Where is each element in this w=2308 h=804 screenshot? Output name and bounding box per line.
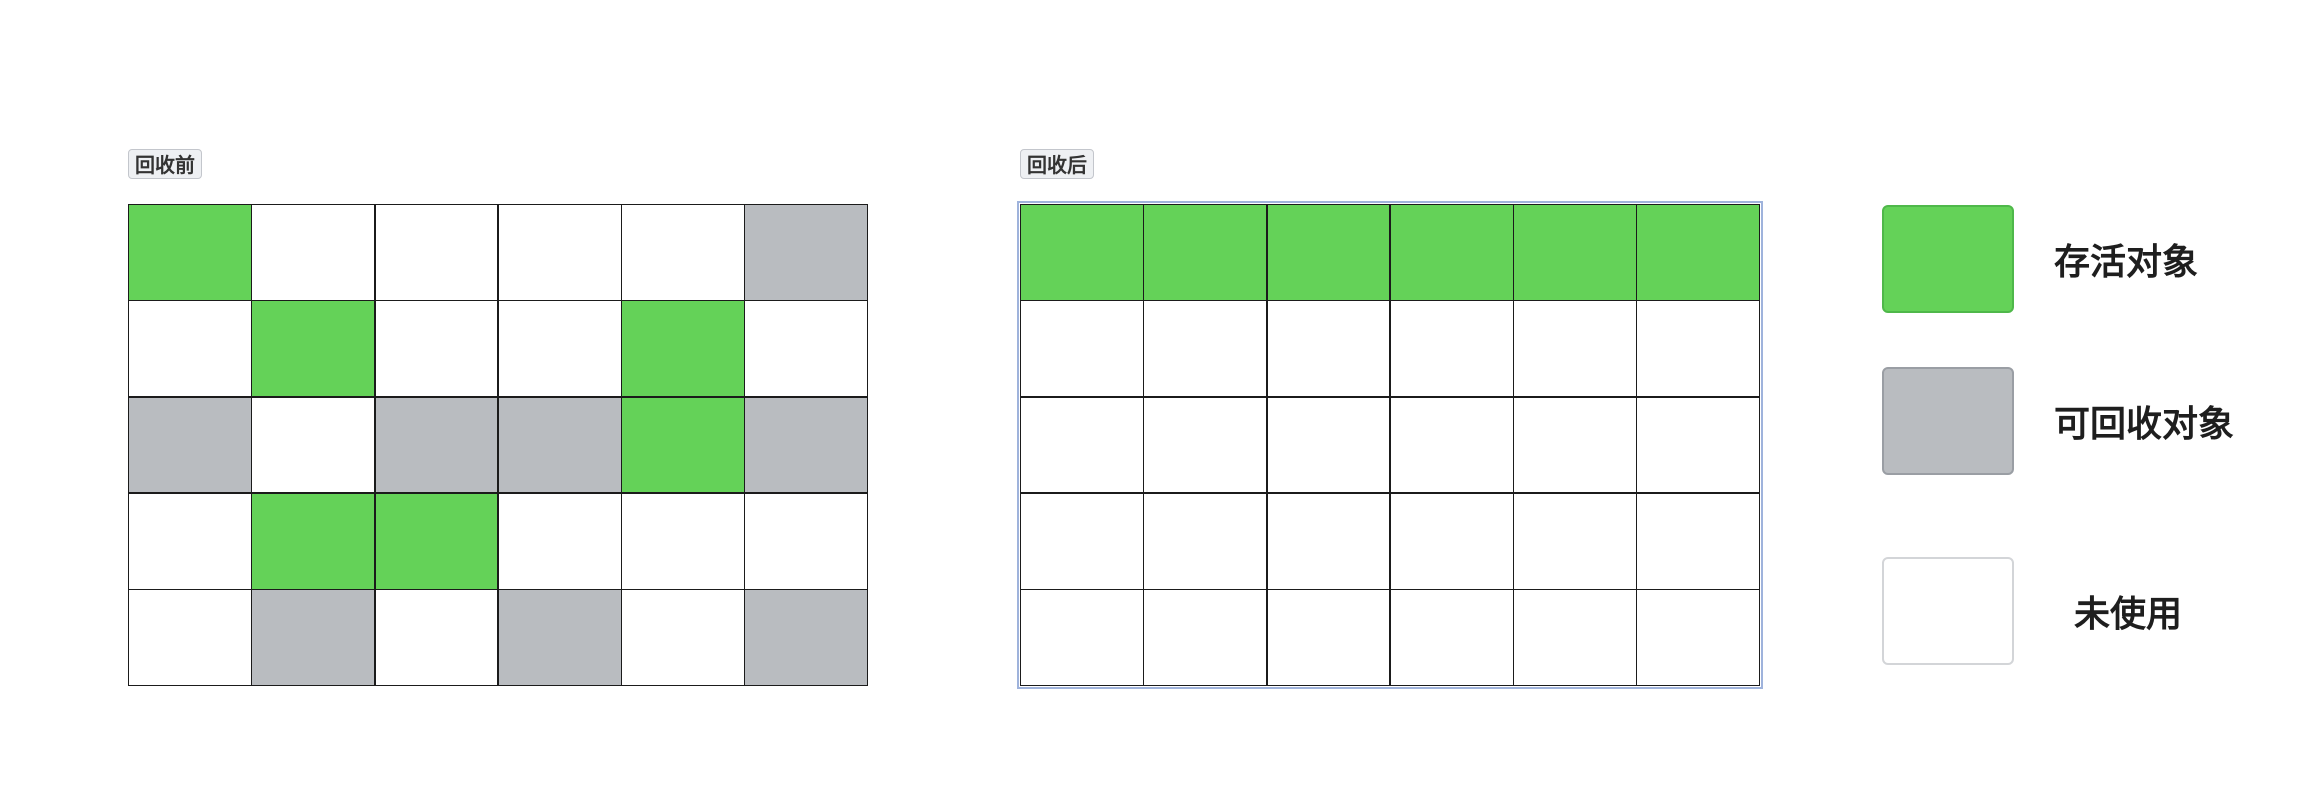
before-cell-unused [745, 493, 867, 589]
legend-unused-swatch [1882, 557, 2014, 665]
after-cell-alive [1267, 205, 1390, 300]
before-cell-unused [129, 493, 251, 589]
after-cell-unused [1267, 590, 1390, 685]
after-label: 回收后 [1020, 149, 1094, 179]
after-cell-alive [1637, 205, 1759, 300]
after-cell-unused [1514, 397, 1636, 493]
legend-unused: 未使用 [1882, 557, 2182, 665]
before-cell-recyclable [252, 590, 374, 685]
after-grid [1017, 201, 1763, 689]
after-cell-unused [1267, 397, 1390, 493]
after-cell-unused [1144, 397, 1266, 493]
before-cell-unused [252, 205, 374, 300]
before-cell-unused [375, 590, 498, 685]
before-cell-unused [375, 301, 498, 397]
after-cell-unused [1021, 301, 1143, 397]
after-cell-unused [1637, 397, 1759, 493]
after-cell-alive [1390, 205, 1513, 300]
before-cell-recyclable [745, 397, 867, 493]
before-grid [128, 204, 868, 686]
legend-unused-label: 未使用 [2074, 594, 2183, 635]
legend-alive-label: 存活对象 [2054, 242, 2199, 283]
before-cell-recyclable [498, 590, 621, 685]
after-cell-unused [1144, 493, 1266, 589]
before-cell-alive [622, 397, 744, 493]
before-cell-recyclable [375, 397, 498, 493]
legend-recyclable-label: 可回收对象 [2054, 404, 2235, 445]
after-cell-unused [1021, 493, 1143, 589]
before-cell-recyclable [745, 205, 867, 300]
after-cell-unused [1144, 301, 1266, 397]
before-cell-alive [375, 493, 498, 589]
before-cell-unused [498, 493, 621, 589]
before-cell-recyclable [745, 590, 867, 685]
before-cell-recyclable [129, 397, 251, 493]
after-cell-alive [1144, 205, 1266, 300]
before-cell-unused [745, 301, 867, 397]
before-cell-recyclable [498, 397, 621, 493]
after-cell-unused [1514, 493, 1636, 589]
legend-recyclable-swatch [1882, 367, 2014, 475]
before-cell-unused [375, 205, 498, 300]
after-cell-unused [1390, 301, 1513, 397]
before-cell-unused [622, 205, 744, 300]
after-cell-unused [1390, 493, 1513, 589]
legend-alive-swatch [1882, 205, 2014, 313]
before-cell-alive [252, 301, 374, 397]
before-cell-alive [252, 493, 374, 589]
after-cell-unused [1514, 301, 1636, 397]
after-cell-unused [1637, 493, 1759, 589]
after-cell-alive [1514, 205, 1636, 300]
after-cell-unused [1267, 493, 1390, 589]
before-cell-unused [498, 301, 621, 397]
after-cell-unused [1144, 590, 1266, 685]
after-cell-unused [1021, 397, 1143, 493]
after-cell-unused [1021, 590, 1143, 685]
before-cell-unused [129, 590, 251, 685]
before-cell-unused [129, 301, 251, 397]
before-cell-alive [129, 205, 251, 300]
after-cell-unused [1637, 301, 1759, 397]
before-cell-unused [498, 205, 621, 300]
after-cell-unused [1390, 590, 1513, 685]
after-cell-unused [1390, 397, 1513, 493]
before-label: 回收前 [128, 149, 202, 179]
after-cell-unused [1514, 590, 1636, 685]
before-cell-unused [622, 590, 744, 685]
after-cell-alive [1021, 205, 1143, 300]
before-cell-alive [622, 301, 744, 397]
after-cell-unused [1637, 590, 1759, 685]
before-cell-unused [252, 397, 374, 493]
after-cell-unused [1267, 301, 1390, 397]
legend-recyclable: 可回收对象 [1882, 367, 2234, 475]
before-cell-unused [622, 493, 744, 589]
legend-alive: 存活对象 [1882, 205, 2198, 313]
